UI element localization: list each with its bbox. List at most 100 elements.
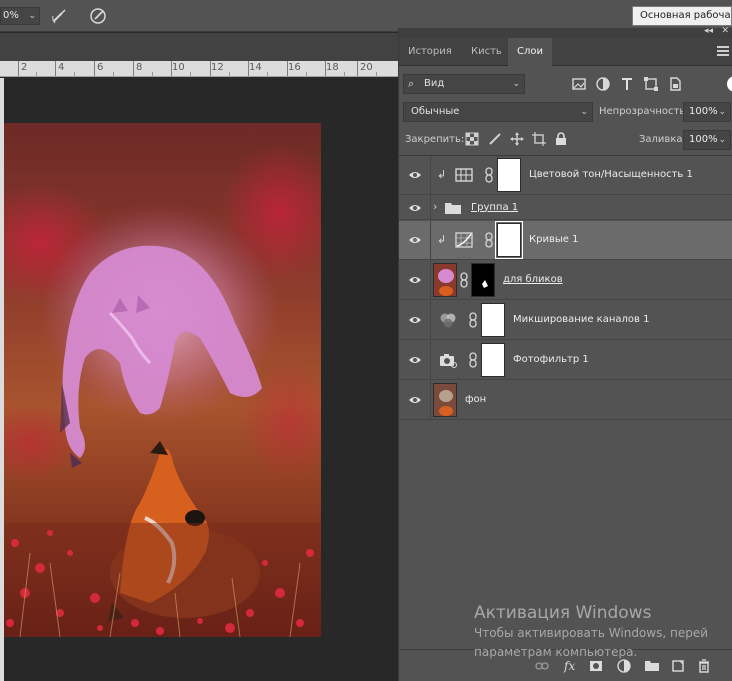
panel-menu-icon[interactable]	[717, 46, 729, 56]
lock-artboard-icon[interactable]	[532, 132, 546, 146]
eye-icon	[409, 277, 421, 283]
ruler-label: 4	[58, 62, 65, 73]
blend-mode-value: Обычные	[411, 106, 460, 117]
visibility-toggle[interactable]	[399, 221, 431, 259]
blend-mode-select[interactable]: Обычные ⌄	[403, 102, 593, 122]
visibility-toggle[interactable]	[399, 301, 431, 339]
layer-thumbnail[interactable]	[433, 263, 457, 297]
layer-row[interactable]: Микширование каналов 1	[399, 301, 732, 340]
layer-name[interactable]: Цветовой тон/Насыщенность 1	[529, 168, 693, 182]
search-icon: ⌕	[408, 77, 415, 90]
layer-filter-select[interactable]: ⌕ Вид ⌄	[403, 74, 525, 94]
layer-thumbnail[interactable]	[433, 383, 457, 417]
tab-layers[interactable]: Слои	[508, 38, 552, 66]
chevron-right-icon[interactable]: ›	[433, 200, 437, 213]
filter-pixel-icon[interactable]	[571, 76, 587, 92]
horizontal-ruler: 2 4 6 8 10 12 14 16 18 20	[0, 61, 400, 77]
filter-shape-icon[interactable]	[643, 76, 659, 92]
chevron-down-icon: ⌄	[28, 11, 36, 21]
link-icon[interactable]	[485, 167, 493, 183]
document-image[interactable]	[0, 123, 321, 637]
eye-icon	[409, 172, 421, 178]
layer-name[interactable]: Микширование каналов 1	[513, 313, 649, 327]
layer-row-group[interactable]: › Группа 1	[399, 196, 732, 220]
panel-tabs: История Кисть Слои	[399, 38, 732, 66]
lock-position-icon[interactable]	[510, 132, 524, 146]
zoom-value: 0%	[3, 10, 19, 21]
tab-brush[interactable]: Кисть	[462, 38, 511, 66]
layers-list: ↲ Цветовой тон/Насыщенность 1 › Группа 1…	[399, 155, 732, 420]
ruler-label: 18	[326, 62, 339, 73]
filter-smart-object-icon[interactable]	[667, 76, 683, 92]
chevron-down-icon: ⌄	[718, 135, 726, 145]
visibility-toggle[interactable]	[399, 381, 431, 419]
ruler-label: 10	[172, 62, 185, 73]
link-icon[interactable]	[469, 312, 477, 328]
link-icon[interactable]	[469, 352, 477, 368]
watermark-line: Чтобы активировать Windows, перей	[474, 626, 708, 640]
layer-name[interactable]: Кривые 1	[529, 233, 578, 247]
visibility-toggle[interactable]	[399, 196, 431, 219]
document-tab-strip	[0, 33, 400, 61]
curves-icon	[455, 232, 473, 248]
tab-history[interactable]: История	[399, 38, 461, 66]
close-icon[interactable]: ✕	[721, 26, 729, 36]
layer-name[interactable]: Группа 1	[471, 201, 518, 215]
filter-type-icon[interactable]	[619, 76, 635, 92]
filter-value: Вид	[424, 78, 445, 89]
layer-mask-thumbnail[interactable]	[481, 303, 505, 337]
layer-row[interactable]: Фотофильтр 1	[399, 341, 732, 380]
visibility-toggle[interactable]	[399, 341, 431, 379]
visibility-toggle[interactable]	[399, 156, 431, 194]
lock-image-pixels-icon[interactable]	[488, 132, 502, 146]
link-icon[interactable]	[460, 272, 468, 288]
layer-row[interactable]: ↲ Цветовой тон/Насыщенность 1	[399, 156, 732, 195]
vertical-ruler	[0, 78, 4, 681]
layer-row[interactable]: фон	[399, 381, 732, 420]
opacity-label: Непрозрачность:	[599, 106, 689, 117]
eye-icon	[409, 317, 421, 323]
layer-name[interactable]: Фотофильтр 1	[513, 353, 589, 367]
airbrush-icon[interactable]	[50, 6, 70, 26]
photo-filter-icon	[440, 354, 457, 368]
watermark-line: параметрам компьютера.	[474, 645, 638, 659]
visibility-toggle[interactable]	[399, 261, 431, 299]
filter-toggle[interactable]	[727, 76, 732, 92]
ruler-label: 12	[211, 62, 224, 73]
layers-panel: ◂◂ ✕ История Кисть Слои ⌕ Вид ⌄ Обычные …	[398, 26, 732, 681]
ruler-label: 14	[249, 62, 262, 73]
layer-name[interactable]: для бликов	[503, 273, 563, 287]
clipping-arrow-icon: ↲	[437, 168, 447, 181]
layer-row[interactable]: для бликов	[399, 261, 732, 300]
pressure-size-icon[interactable]	[88, 6, 108, 26]
lock-row: Закрепить: Заливка: 100% ⌄	[399, 128, 732, 152]
fill-field[interactable]: 100% ⌄	[683, 130, 731, 150]
hue-saturation-icon	[455, 168, 473, 182]
workspace-select[interactable]: Основная рабочая с	[632, 6, 732, 26]
ruler-label: 16	[288, 62, 301, 73]
eye-icon	[409, 357, 421, 363]
opacity-field[interactable]: 100% ⌄	[683, 102, 731, 122]
filter-adjustment-icon[interactable]	[595, 76, 611, 92]
layer-mask-thumbnail[interactable]	[471, 263, 495, 297]
lock-all-icon[interactable]	[554, 132, 568, 146]
canvas-area[interactable]	[0, 78, 400, 681]
collapse-icon[interactable]: ◂◂	[704, 26, 713, 36]
layer-name[interactable]: фон	[465, 393, 486, 407]
link-icon[interactable]	[485, 232, 493, 248]
layer-mask-thumbnail[interactable]	[495, 221, 523, 259]
layer-mask-thumbnail[interactable]	[481, 343, 505, 377]
layer-row-selected[interactable]: ↲ Кривые 1	[399, 221, 732, 260]
panel-title-bar: ◂◂ ✕	[399, 26, 732, 38]
ruler-label: 8	[136, 62, 143, 73]
lock-label: Закрепить:	[405, 134, 465, 145]
layer-mask-thumbnail[interactable]	[497, 158, 521, 192]
fill-label: Заливка:	[639, 134, 686, 145]
zoom-field[interactable]: 0% ⌄	[0, 7, 40, 25]
lock-transparent-pixels-icon[interactable]	[465, 132, 479, 146]
eye-icon	[409, 397, 421, 403]
eye-icon	[409, 204, 421, 211]
ruler-label: 6	[97, 62, 104, 73]
opacity-value: 100%	[689, 106, 718, 117]
ruler-label: 2	[21, 62, 28, 73]
